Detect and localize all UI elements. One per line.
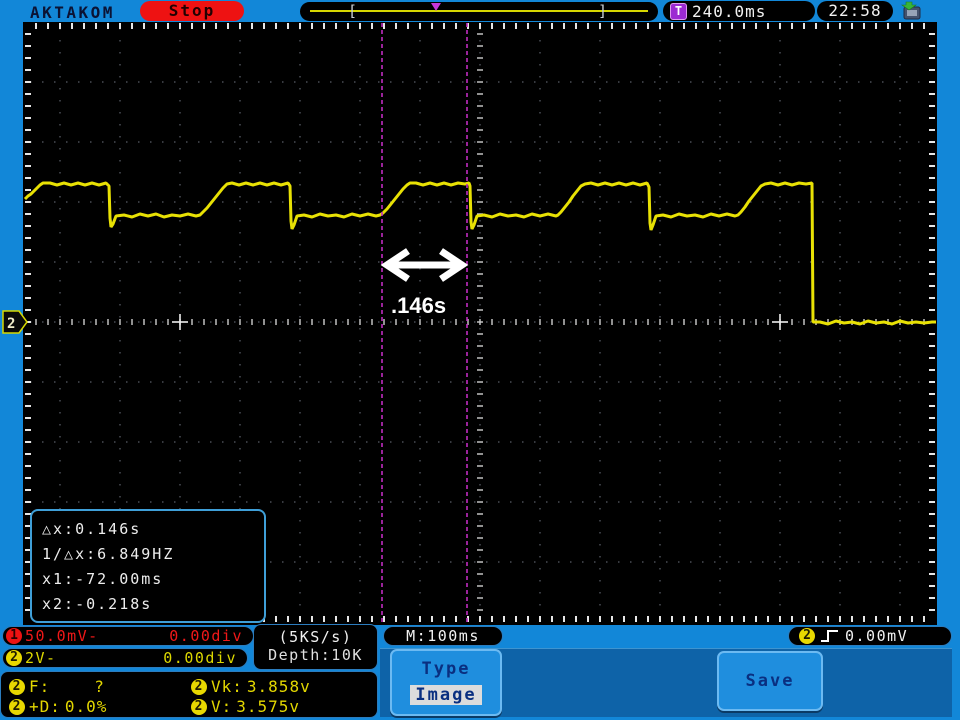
brand-logo: AKTAKOM xyxy=(30,3,115,22)
meas-d-label: +D: xyxy=(29,697,61,716)
meas-f-label: F: xyxy=(29,677,51,696)
meas-f-value: ? xyxy=(94,677,105,696)
cursor-measurement-panel: △x:0.146s 1/△x:6.849HZ x1:-72.00ms x2:-0… xyxy=(30,509,266,623)
clock: 22:58 xyxy=(817,1,893,21)
meas-vk-badge: 2 xyxy=(191,678,207,695)
meas-vk-value: 3.858v xyxy=(246,677,311,696)
meas-d-badge: 2 xyxy=(9,698,25,715)
timebase-value: M:100ms xyxy=(406,627,480,645)
sample-info-panel: (5KS/s) Depth:10K xyxy=(253,624,378,670)
type-menu-button[interactable]: Type Image xyxy=(390,649,502,716)
usb-storage-icon xyxy=(901,1,921,20)
trigger-t-icon: T xyxy=(670,2,687,20)
type-button-value[interactable]: Image xyxy=(410,685,482,705)
channel1-scale: 50.0mV- xyxy=(25,627,99,645)
meas-f-badge: 2 xyxy=(9,678,25,695)
window-bracket-left: [ xyxy=(348,2,358,20)
channel2-marker-label: 2 xyxy=(7,316,15,332)
rising-edge-icon xyxy=(821,630,838,642)
channel2-scale: 2V- xyxy=(25,649,57,667)
trigger-delay-readout: T 240.0ms xyxy=(663,1,815,21)
trigger-source-badge: 2 xyxy=(799,628,815,644)
channel1-settings-readout: 1 50.0mV- 0.00div xyxy=(2,626,254,646)
memory-depth: Depth:10K xyxy=(268,646,363,664)
meas-v-value: 3.575v xyxy=(236,697,301,716)
channel2-offset: 0.00div xyxy=(163,649,237,667)
measure-x1: x1:-72.00ms xyxy=(42,570,164,588)
trigger-level-value: 0.00mV xyxy=(845,627,909,645)
channel2-badge: 2 xyxy=(6,650,22,666)
trigger-position-bar: [ ] xyxy=(300,2,658,21)
measurement-vk: 2 Vk: 3.858v xyxy=(191,677,311,696)
measurement-frequency: 2 F: ? xyxy=(9,677,105,696)
sample-rate: (5KS/s) xyxy=(278,628,353,646)
timebase-readout: M:100ms xyxy=(383,626,503,646)
trigger-level-readout: 2 0.00mV xyxy=(788,626,952,646)
type-button-title: Type xyxy=(421,659,471,679)
meas-vk-label: Vk: xyxy=(211,677,243,696)
trigger-position-marker-icon xyxy=(431,3,441,11)
acquisition-stop-button[interactable]: Stop xyxy=(140,1,244,21)
meas-d-value: 0.0% xyxy=(64,697,108,716)
channel1-badge: 1 xyxy=(6,628,22,644)
channel1-offset: 0.00div xyxy=(169,627,243,645)
measure-delta-x: △x:0.146s xyxy=(42,520,142,538)
measurement-readout-panel: 2 F: ? 2 Vk: 3.858v 2 +D: 0.0% 2 V: 3.575v xyxy=(0,671,378,718)
measurement-duty: 2 +D: 0.0% xyxy=(9,697,107,716)
channel2-settings-readout: 2 2V- 0.00div xyxy=(2,648,248,668)
measurement-v: 2 V: 3.575v xyxy=(191,697,300,716)
meas-v-badge: 2 xyxy=(191,698,207,715)
window-bracket-right: ] xyxy=(598,2,608,20)
measure-inverse-delta-x: 1/△x:6.849HZ xyxy=(42,545,175,563)
cursor-delta-annotation: .146s xyxy=(391,293,447,318)
top-status-bar: AKTAKOM Stop [ ] T 240.0ms 22:58 xyxy=(0,0,960,22)
measure-x2: x2:-0.218s xyxy=(42,595,153,613)
meas-v-label: V: xyxy=(211,697,233,716)
trigger-delay-value: 240.0ms xyxy=(692,1,767,21)
save-button[interactable]: Save xyxy=(717,651,823,711)
